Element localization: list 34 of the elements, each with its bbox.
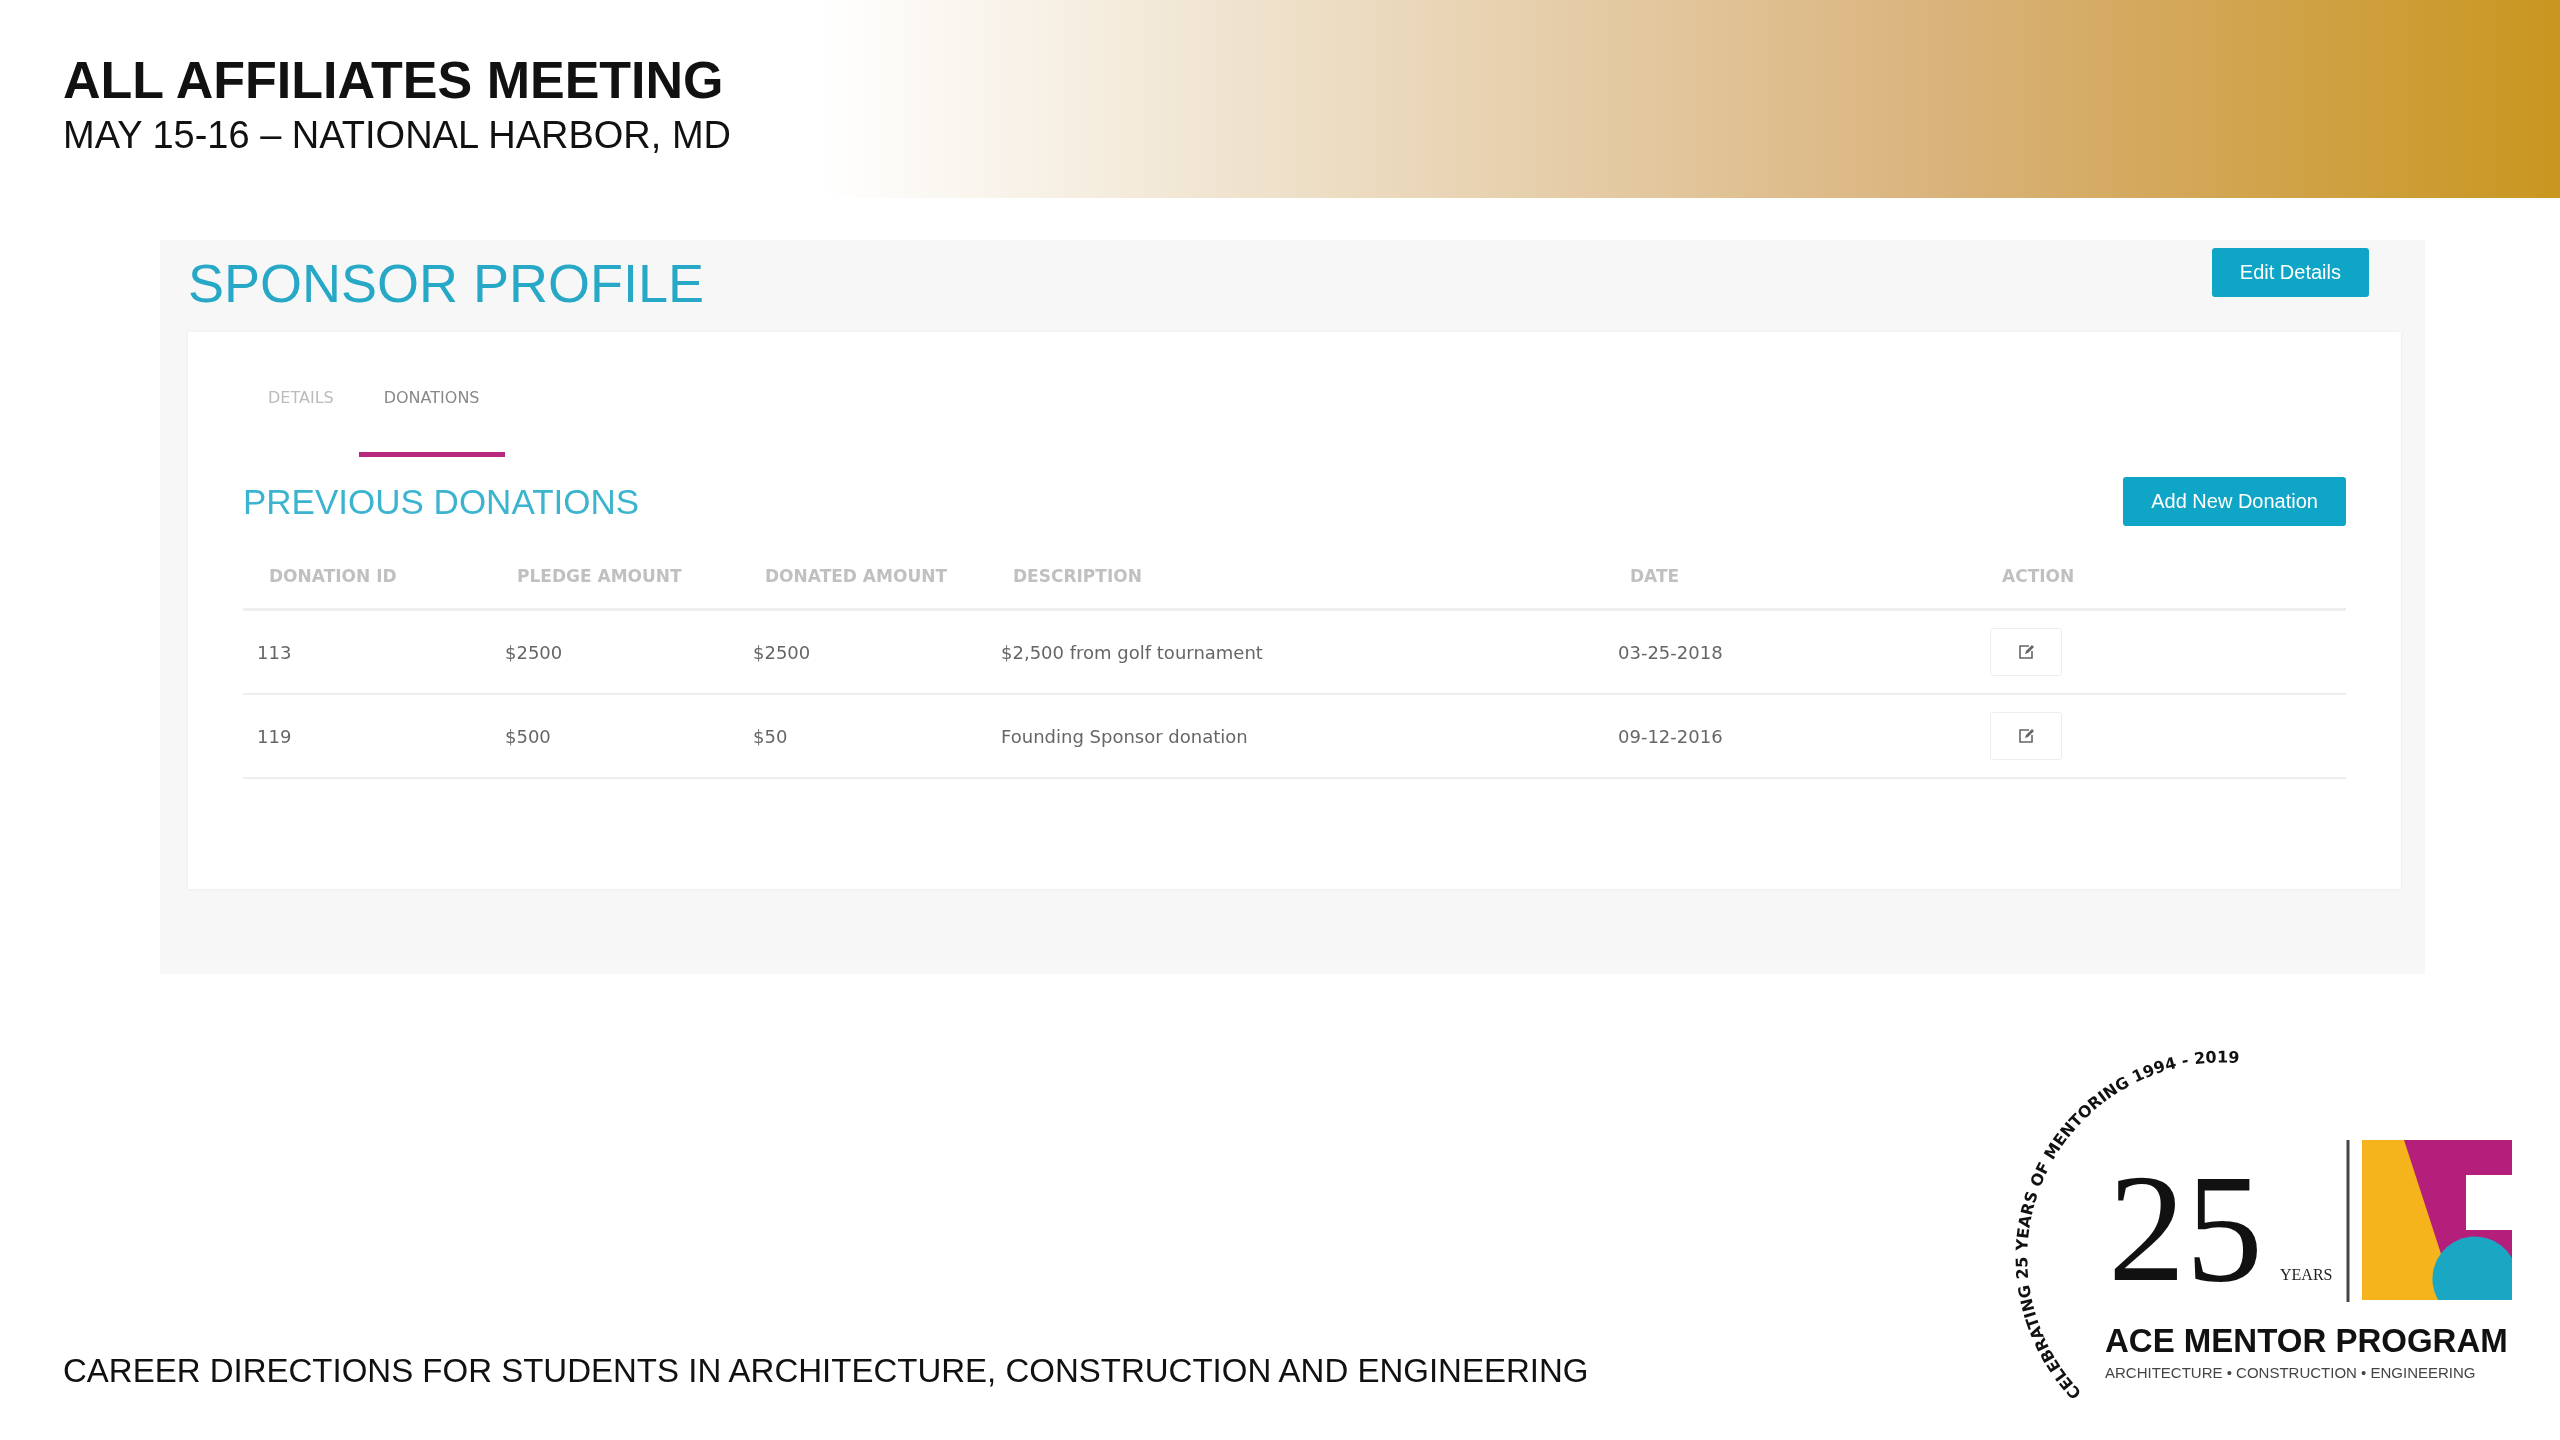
table-cell-text: 03-25-2018 bbox=[1617, 641, 1724, 663]
column-header: ACTION bbox=[2001, 566, 2076, 586]
edit-icon bbox=[2017, 643, 2035, 661]
slide-footer: CAREER DIRECTIONS FOR STUDENTS IN ARCHITECTURE, CONSTRUCTION AND ENGINEERING bbox=[63, 1352, 1589, 1410]
table-cell-text: $50 bbox=[752, 725, 789, 747]
column-header: DATE bbox=[1629, 566, 1681, 586]
add-donation-button[interactable]: Add New Donation bbox=[2123, 477, 2346, 526]
edit-details-button[interactable]: Edit Details bbox=[2211, 248, 2369, 297]
slide-title: ALL AFFILIATES MEETING bbox=[63, 50, 725, 110]
section-title: PREVIOUS DONATIONS bbox=[243, 481, 640, 522]
table-cell-text: 113 bbox=[256, 641, 293, 663]
table-cell-text: $2500 bbox=[752, 641, 812, 663]
column-header: DONATED AMOUNT bbox=[764, 566, 949, 586]
edit-row-button[interactable] bbox=[1990, 712, 2062, 760]
table-cell-text: $500 bbox=[504, 725, 552, 747]
table-cell-text: 119 bbox=[256, 725, 293, 747]
logo-program-name: ACE MENTOR PROGRAM bbox=[2105, 1322, 2508, 1359]
tab[interactable]: DETAILS bbox=[243, 380, 359, 457]
table-cell-text: $2,500 from golf tournament bbox=[1000, 641, 1264, 663]
column-header: PLEDGE AMOUNT bbox=[516, 566, 683, 586]
slide-subtitle: MAY 15-16 – NATIONAL HARBOR, MD bbox=[63, 114, 732, 157]
edit-row-button[interactable] bbox=[1990, 628, 2062, 676]
column-header: DONATION ID bbox=[268, 566, 398, 586]
logo-number: 25 bbox=[2108, 1142, 2263, 1314]
table-cell-text: $2500 bbox=[504, 641, 564, 663]
tab[interactable]: DONATIONS bbox=[358, 380, 505, 457]
page-title: SPONSOR PROFILE bbox=[188, 252, 705, 314]
logo-years-text: YEARS bbox=[2280, 1266, 2333, 1283]
column-header: DESCRIPTION bbox=[1012, 566, 1143, 586]
table-cell-text: 09-12-2016 bbox=[1617, 725, 1724, 747]
edit-icon bbox=[2017, 727, 2035, 745]
table-cell-text: Founding Sponsor donation bbox=[1000, 725, 1249, 747]
logo-tagline: ARCHITECTURE • CONSTRUCTION • ENGINEERING bbox=[2105, 1364, 2476, 1381]
ace-mark-icon bbox=[2362, 1140, 2512, 1300]
